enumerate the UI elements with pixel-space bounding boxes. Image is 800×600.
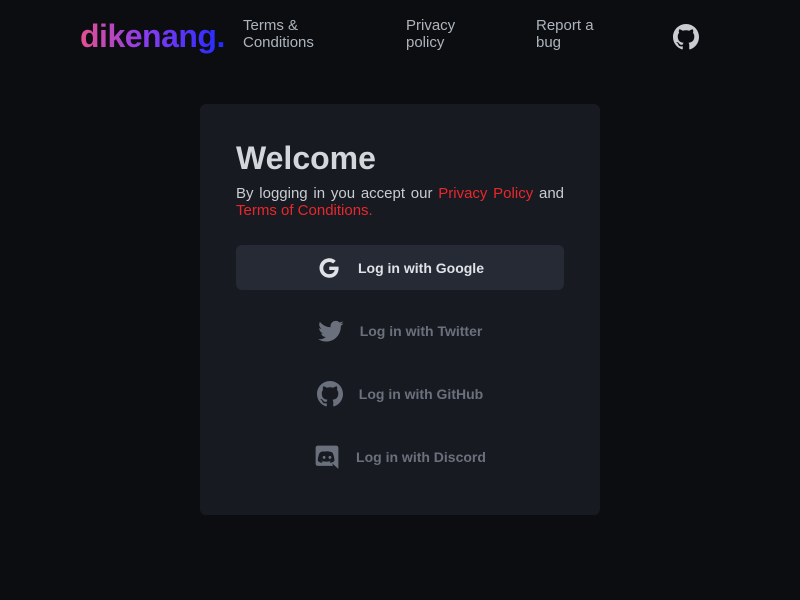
nav-privacy-link[interactable]: Privacy policy bbox=[406, 17, 476, 51]
terms-prefix: By logging in you accept our bbox=[236, 185, 439, 202]
login-github-button[interactable]: Log in with GitHub bbox=[236, 371, 564, 416]
privacy-policy-link[interactable]: Privacy Policy bbox=[438, 185, 533, 202]
login-google-button[interactable]: Log in with Google bbox=[236, 245, 564, 290]
nav-report-bug-link[interactable]: Report a bug bbox=[536, 17, 606, 51]
login-twitter-button[interactable]: Log in with Twitter bbox=[236, 308, 564, 353]
google-icon bbox=[316, 255, 342, 281]
login-github-label: Log in with GitHub bbox=[358, 385, 484, 402]
login-discord-label: Log in with Discord bbox=[356, 448, 486, 465]
github-icon bbox=[316, 380, 343, 407]
terms-middle: and bbox=[533, 185, 564, 202]
logo[interactable]: dikenang. bbox=[80, 16, 225, 56]
terms-of-conditions-link[interactable]: Terms of Conditions. bbox=[236, 202, 373, 219]
nav-terms-link[interactable]: Terms & Conditions bbox=[243, 17, 353, 51]
login-google-label: Log in with Google bbox=[358, 259, 484, 276]
site-header: dikenang. Terms & Conditions Privacy pol… bbox=[0, 0, 800, 72]
terms-notice: By logging in you accept our Privacy Pol… bbox=[236, 185, 564, 219]
github-icon[interactable] bbox=[673, 24, 699, 50]
discord-icon bbox=[314, 444, 340, 470]
twitter-icon bbox=[317, 318, 344, 344]
login-twitter-label: Log in with Twitter bbox=[359, 322, 483, 339]
page-title: Welcome bbox=[236, 140, 376, 176]
login-discord-button[interactable]: Log in with Discord bbox=[236, 434, 564, 479]
